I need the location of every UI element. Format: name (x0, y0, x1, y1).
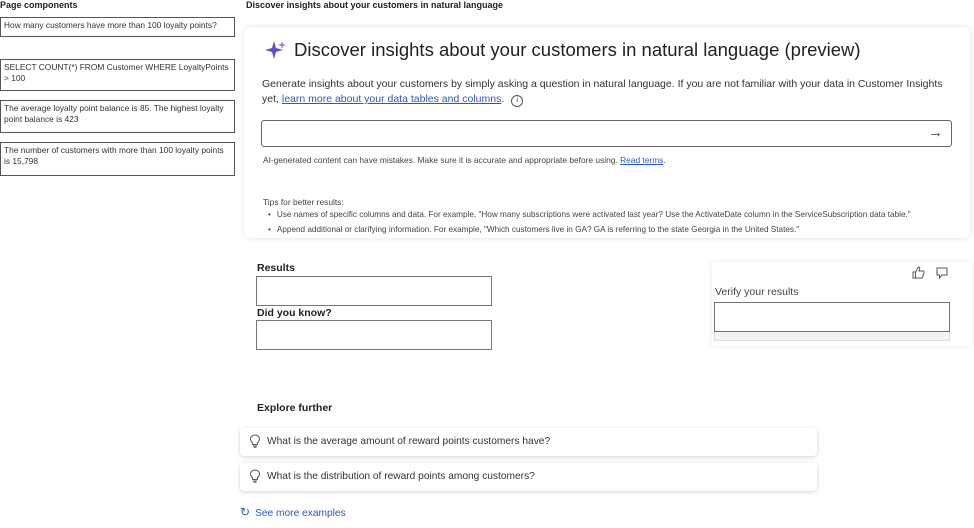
question-input[interactable] (262, 121, 938, 146)
suggestion-item[interactable]: What is the average amount of reward poi… (240, 428, 817, 456)
component-question: How many customers have more than 100 lo… (0, 17, 235, 37)
thumbs-down-icon[interactable] (936, 267, 949, 280)
component-result: The number of customers with more than 1… (0, 142, 235, 176)
tip-item: Use names of specific columns and data. … (268, 210, 911, 219)
refresh-icon: ↻ (240, 505, 251, 519)
lightbulb-icon (249, 434, 261, 448)
explore-further-title: Explore further (257, 402, 333, 414)
sparkle-icon (265, 41, 286, 59)
component-did-you-know: The average loyalty point balance is 85.… (0, 100, 235, 133)
component-sql: SELECT COUNT(*) FROM Customer WHERE Loya… (0, 59, 235, 91)
tip-item: Append additional or clarifying informat… (268, 225, 799, 234)
info-icon[interactable]: i (511, 95, 524, 107)
insights-card: Discover insights about your customers i… (244, 27, 970, 238)
intro-text: Generate insights about your customers b… (262, 77, 962, 107)
suggestion-text: What is the distribution of reward point… (267, 471, 535, 482)
see-more-examples-link[interactable]: ↻ See more examples (240, 505, 346, 519)
question-input-box: → (261, 120, 952, 147)
disclaimer-text: AI-generated content can have mistakes. … (263, 155, 618, 165)
results-label: Results (257, 262, 295, 274)
thumbs-up-icon[interactable] (912, 266, 925, 279)
verify-results-field (714, 302, 950, 332)
read-terms-link[interactable]: Read terms (620, 155, 663, 165)
page-title: Discover insights about your customers i… (246, 0, 504, 10)
ai-disclaimer: AI-generated content can have mistakes. … (263, 155, 666, 165)
tips-title: Tips for better results: (263, 197, 344, 207)
verify-results-label: Verify your results (715, 286, 799, 298)
did-you-know-field (256, 320, 492, 350)
did-you-know-label: Did you know? (257, 307, 332, 319)
results-field (256, 276, 492, 306)
arrow-right-icon[interactable]: → (928, 124, 943, 141)
learn-more-link[interactable]: learn more about your data tables and co… (282, 93, 501, 105)
page-components-title: Page components (0, 0, 78, 10)
suggestion-text: What is the average amount of reward poi… (267, 436, 551, 447)
lightbulb-icon (249, 469, 261, 483)
suggestion-item[interactable]: What is the distribution of reward point… (240, 463, 817, 491)
card-title: Discover insights about your customers i… (294, 39, 861, 60)
disclaimer-suffix: . (663, 155, 666, 165)
see-more-label: See more examples (255, 508, 346, 519)
verify-footer (714, 332, 950, 341)
intro-suffix: . (501, 93, 505, 105)
